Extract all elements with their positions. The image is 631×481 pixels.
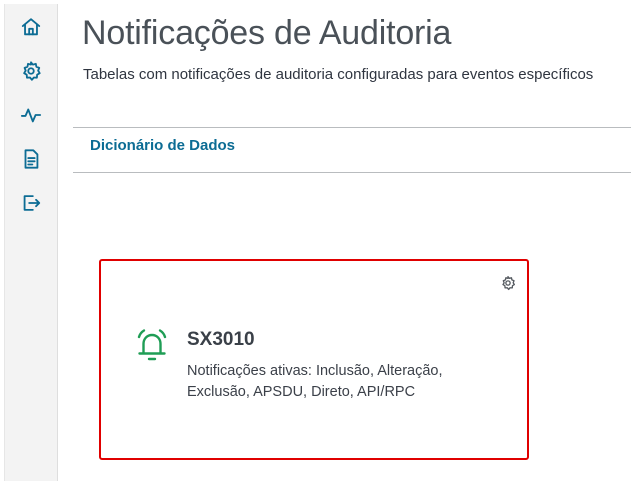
document-icon[interactable] bbox=[18, 146, 44, 172]
card-description: Notificações ativas: Inclusão, Alteração… bbox=[187, 363, 443, 400]
divider-bottom bbox=[73, 172, 631, 173]
home-icon[interactable] bbox=[18, 14, 44, 40]
sidebar bbox=[4, 4, 58, 481]
gear-icon[interactable] bbox=[18, 58, 44, 84]
gear-icon[interactable] bbox=[500, 275, 516, 291]
audit-table-card[interactable]: SX3010 Notificações ativas: Inclusão, Al… bbox=[99, 259, 529, 460]
page-title: Notificações de Auditoria bbox=[82, 14, 452, 52]
divider-top bbox=[73, 127, 631, 128]
main-content: Notificações de Auditoria Tabelas com no… bbox=[58, 0, 631, 481]
activity-icon[interactable] bbox=[18, 102, 44, 128]
bell-icon bbox=[135, 327, 169, 363]
tab-data-dictionary[interactable]: Dicionário de Dados bbox=[90, 137, 235, 154]
page-subtitle: Tabelas com notificações de auditoria co… bbox=[83, 66, 594, 83]
card-title: SX3010 bbox=[187, 329, 255, 350]
logout-icon[interactable] bbox=[18, 190, 44, 216]
